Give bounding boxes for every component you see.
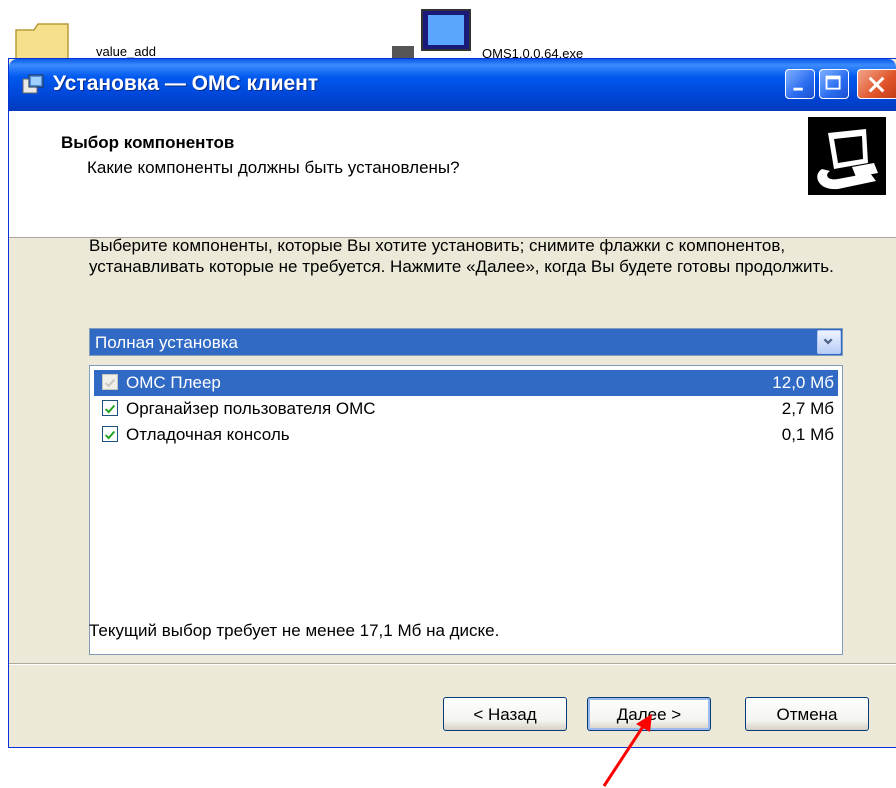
component-size: 0,1 Мб — [781, 425, 834, 444]
cancel-button[interactable]: Отмена — [745, 697, 869, 731]
setup-icon — [22, 74, 44, 94]
component-row[interactable]: Отладочная консоль 0,1 Мб — [94, 422, 838, 448]
setup-window: Установка — ОМС клиент Выбор компонентов… — [8, 58, 896, 748]
minimize-button[interactable] — [785, 69, 815, 99]
close-icon — [868, 76, 885, 93]
component-checkbox — [102, 374, 118, 390]
title-bar[interactable]: Установка — ОМС клиент — [9, 59, 896, 111]
component-size: 12,0 Мб — [772, 373, 834, 392]
chevron-down-icon — [823, 338, 833, 345]
checkmark-icon — [104, 378, 116, 388]
component-checkbox[interactable] — [102, 400, 118, 416]
dropdown-toggle[interactable] — [817, 330, 841, 354]
component-name: ОМС Плеер — [126, 373, 221, 392]
disk-requirement-text: Текущий выбор требует не менее 17,1 Мб н… — [89, 621, 500, 640]
minimize-icon — [793, 87, 803, 91]
install-type-dropdown[interactable]: Полная установка — [89, 328, 843, 356]
component-row[interactable]: ОМС Плеер 12,0 Мб — [94, 370, 838, 396]
page-subtitle: Какие компоненты должны быть установлены… — [87, 158, 460, 177]
component-name: Отладочная консоль — [126, 425, 290, 444]
component-name: Органайзер пользователя ОМС — [126, 399, 376, 418]
red-arrow-annotation — [602, 714, 652, 787]
checkmark-icon — [104, 404, 116, 414]
installer-exe-icon[interactable] — [392, 6, 474, 66]
checkmark-icon — [104, 430, 116, 440]
maximize-icon — [825, 75, 841, 90]
component-checkbox[interactable] — [102, 426, 118, 442]
component-row[interactable]: Органайзер пользователя ОМС 2,7 Мб — [94, 396, 838, 422]
page-title: Выбор компонентов — [61, 133, 235, 152]
maximize-button[interactable] — [819, 69, 849, 99]
back-button[interactable]: < Назад — [443, 697, 567, 731]
window-title: Установка — ОМС клиент — [53, 72, 319, 95]
install-type-value: Полная установка — [95, 333, 238, 352]
component-size: 2,7 Мб — [781, 399, 834, 418]
components-list[interactable]: ОМС Плеер 12,0 Мб Органайзер пользовател… — [89, 365, 843, 655]
wizard-header: Выбор компонентов Какие компоненты должн… — [9, 111, 896, 238]
computer-icon — [808, 117, 886, 195]
footer-divider — [9, 663, 896, 665]
close-button[interactable] — [857, 69, 896, 99]
folder-label: value_add — [96, 44, 156, 59]
instructions-text: Выберите компоненты, которые Вы хотите у… — [89, 236, 834, 276]
